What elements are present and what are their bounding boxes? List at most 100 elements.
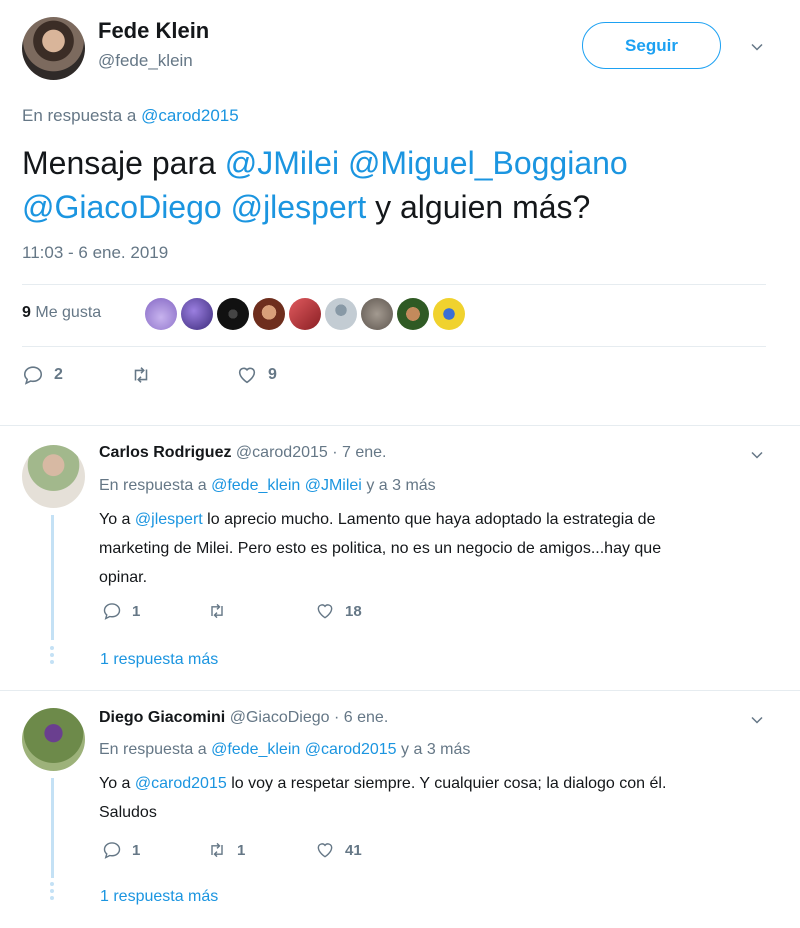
reply-context: En respuesta a @fede_klein @carod2015 y … — [99, 741, 470, 759]
reply-avatar[interactable] — [22, 445, 85, 508]
tweet-text-part — [339, 145, 348, 181]
reply-text-part: Yo a — [99, 775, 135, 792]
reply-to-link[interactable]: @fede_klein — [211, 477, 300, 494]
like-count: 18 — [345, 602, 362, 620]
reply-author-handle[interactable]: @carod2015 — [236, 444, 328, 461]
liker-avatar[interactable] — [325, 298, 357, 330]
reply-avatar[interactable] — [22, 708, 85, 771]
like-action[interactable]: 9 — [236, 364, 277, 386]
like-count: 41 — [345, 841, 362, 859]
likes-summary[interactable]: 9 Me gusta — [22, 304, 101, 322]
reply-text-part: opinar. — [99, 569, 148, 586]
reply-suffix[interactable]: y a 3 más — [366, 477, 435, 494]
like-action[interactable]: 41 — [315, 840, 362, 860]
retweet-action[interactable]: 1 — [207, 840, 315, 860]
follow-button[interactable]: Seguir — [582, 22, 721, 69]
reply-actions: 1 1 41 — [102, 840, 362, 860]
heart-icon — [317, 604, 333, 619]
liker-avatar[interactable] — [397, 298, 429, 330]
liker-avatar[interactable] — [145, 298, 177, 330]
liker-avatar[interactable] — [253, 298, 285, 330]
likes-label: Me gusta — [35, 304, 102, 321]
chevron-down-icon[interactable] — [750, 40, 764, 54]
reply-action[interactable]: 1 — [102, 601, 207, 621]
chevron-down-icon[interactable] — [750, 713, 764, 727]
author-avatar[interactable] — [22, 17, 85, 80]
reply-header: Carlos Rodriguez @carod2015 · 7 ene. — [99, 444, 387, 462]
reply-text-part: lo aprecio mucho. Lamento que haya adopt… — [202, 511, 656, 528]
mention-link[interactable]: @jlespert — [231, 189, 367, 225]
reply-to-link[interactable]: @fede_klein — [211, 741, 300, 758]
reply-text-part: Saludos — [99, 804, 157, 821]
chevron-down-icon[interactable] — [750, 448, 764, 462]
reply-count: 1 — [132, 602, 141, 620]
section-divider — [0, 425, 800, 426]
retweet-count: 1 — [237, 841, 246, 859]
reply-icon — [103, 842, 121, 859]
author-handle[interactable]: @fede_klein — [98, 51, 193, 71]
reply-context: En respuesta a @fede_klein @JMilei y a 3… — [99, 477, 436, 495]
like-count: 9 — [268, 366, 277, 383]
liker-avatar[interactable] — [433, 298, 465, 330]
mention-link[interactable]: @jlespert — [135, 511, 203, 528]
tweet-timestamp[interactable]: 11:03 - 6 ene. 2019 — [22, 243, 168, 263]
thread-dots — [49, 646, 55, 667]
heart-icon — [317, 843, 333, 858]
reply-time[interactable]: · 7 ene. — [332, 444, 386, 461]
reply-prefix: En respuesta a — [99, 477, 207, 494]
reply-text-part: lo voy a respetar siempre. Y cualquier c… — [226, 775, 667, 792]
reply-text-part: marketing de Milei. Pero esto es politic… — [99, 540, 662, 557]
liker-avatar[interactable] — [217, 298, 249, 330]
reply-text: Yo a @jlespert lo aprecio mucho. Lamento… — [99, 505, 759, 592]
reply-author-name[interactable]: Diego Giacomini — [99, 709, 225, 726]
tweet-text-part — [222, 189, 231, 225]
thread-line — [51, 515, 54, 640]
reply-header: Diego Giacomini @GiacoDiego · 6 ene. — [99, 709, 388, 727]
tweet-actions: 2 9 — [22, 364, 277, 386]
liker-avatar[interactable] — [181, 298, 213, 330]
tweet-text-part: y alguien más? — [366, 189, 591, 225]
liker-avatar[interactable] — [289, 298, 321, 330]
thread-dots — [49, 882, 55, 903]
mention-link[interactable]: @carod2015 — [135, 775, 227, 792]
reply-prefix: En respuesta a — [99, 741, 207, 758]
more-replies-link[interactable]: 1 respuesta más — [100, 651, 218, 669]
mention-link[interactable]: @JMilei — [225, 145, 339, 181]
mention-link[interactable]: @Miguel_Boggiano — [348, 145, 628, 181]
reply-text: Yo a @carod2015 lo voy a respetar siempr… — [99, 769, 759, 827]
reply-to-link[interactable]: @carod2015 — [141, 106, 239, 125]
like-action[interactable]: 18 — [315, 601, 362, 621]
reply-action[interactable]: 2 — [22, 364, 130, 386]
likers-avatars — [145, 298, 465, 330]
liker-avatar[interactable] — [361, 298, 393, 330]
mention-link[interactable]: @GiacoDiego — [22, 189, 222, 225]
reply-actions: 1 18 — [102, 601, 362, 621]
reply-count: 1 — [132, 841, 141, 859]
retweet-icon — [211, 842, 223, 858]
reply-prefix: En respuesta a — [22, 106, 137, 125]
retweet-icon — [211, 603, 223, 619]
tweet-text: Mensaje para @JMilei @Miguel_Boggiano @Gi… — [22, 141, 762, 229]
reply-text-part: Yo a — [99, 511, 135, 528]
section-divider — [0, 690, 800, 691]
reply-context: En respuesta a @carod2015 — [22, 106, 239, 126]
reply-action[interactable]: 1 — [102, 840, 207, 860]
retweet-action[interactable] — [207, 601, 315, 621]
heart-icon — [238, 367, 256, 384]
retweet-icon — [134, 367, 148, 383]
divider — [22, 346, 766, 347]
reply-author-handle[interactable]: @GiacoDiego — [230, 709, 330, 726]
reply-suffix[interactable]: y a 3 más — [401, 741, 470, 758]
more-replies-link[interactable]: 1 respuesta más — [100, 888, 218, 906]
reply-time[interactable]: · 6 ene. — [334, 709, 388, 726]
reply-icon — [103, 603, 121, 620]
reply-to-link[interactable]: @JMilei — [305, 477, 362, 494]
author-name[interactable]: Fede Klein — [98, 18, 209, 44]
thread-line — [51, 778, 54, 878]
tweet-text-part: Mensaje para — [22, 145, 225, 181]
retweet-action[interactable] — [130, 364, 236, 386]
reply-author-name[interactable]: Carlos Rodriguez — [99, 444, 231, 461]
likes-number: 9 — [22, 304, 31, 321]
reply-to-link[interactable]: @carod2015 — [305, 741, 397, 758]
reply-count: 2 — [54, 366, 63, 383]
